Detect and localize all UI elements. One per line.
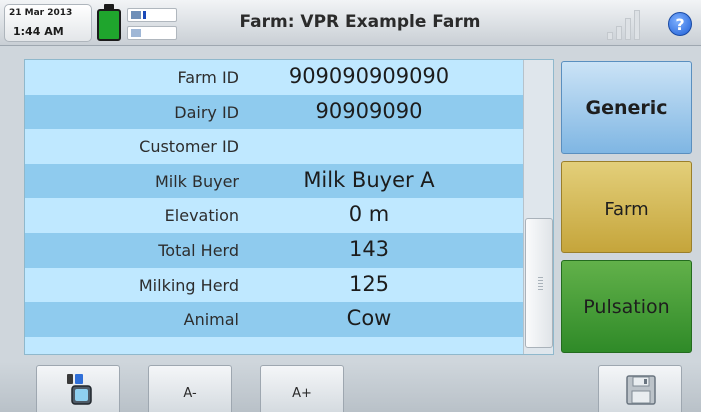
field-value: Milk Buyer A xyxy=(303,167,435,192)
scroll-grip-icon xyxy=(538,277,543,291)
help-icon[interactable]: ? xyxy=(668,12,692,36)
network-icon xyxy=(127,8,177,22)
scrollbar[interactable] xyxy=(523,60,553,354)
farm-button-label: Farm xyxy=(604,199,649,220)
field-row[interactable]: Dairy ID 90909090 xyxy=(25,94,523,130)
field-row[interactable]: Animal Cow xyxy=(25,302,523,337)
signal-strength-icon xyxy=(605,8,645,40)
screen: 21 Mar 2013 1:44 AM Farm: VPR Example Fa… xyxy=(0,0,701,412)
field-row[interactable]: Farm ID 909090909090 xyxy=(25,60,523,95)
save-icon xyxy=(626,375,656,405)
field-row[interactable]: Customer ID xyxy=(25,129,523,164)
font-decrease-button[interactable]: A- xyxy=(148,365,232,412)
font-increase-label: A+ xyxy=(292,386,312,401)
font-decrease-label: A- xyxy=(183,386,197,401)
font-increase-button[interactable]: A+ xyxy=(260,365,344,412)
field-value: 143 xyxy=(348,237,390,261)
field-label: Elevation xyxy=(164,206,239,226)
pulsation-button-label: Pulsation xyxy=(583,296,670,318)
time-label: 1:44 AM xyxy=(13,25,64,38)
field-label: Milk Buyer xyxy=(154,171,239,191)
scrollbar-thumb[interactable] xyxy=(525,218,553,348)
field-label: Animal xyxy=(183,310,239,330)
farm-button[interactable]: Farm xyxy=(561,161,692,253)
pulsation-button[interactable]: Pulsation xyxy=(561,260,692,353)
field-value: 125 xyxy=(348,271,390,296)
usb-drive-icon xyxy=(67,374,92,405)
header-bar: 21 Mar 2013 1:44 AM Farm: VPR Example Fa… xyxy=(0,0,701,46)
usb-drive-button[interactable] xyxy=(36,365,120,412)
field-row[interactable]: Total Herd 143 xyxy=(25,233,523,268)
battery-icon xyxy=(97,9,121,41)
field-label: Farm ID xyxy=(177,68,239,87)
field-value: 0 m xyxy=(348,202,390,227)
date-time-display[interactable]: 21 Mar 2013 1:44 AM xyxy=(4,4,92,42)
date-label: 21 Mar 2013 xyxy=(9,8,73,18)
usb-icon xyxy=(127,26,177,40)
field-value: 909090909090 xyxy=(288,64,450,88)
field-label: Dairy ID xyxy=(174,102,239,122)
field-row[interactable]: Elevation 0 m xyxy=(25,198,523,233)
save-button[interactable] xyxy=(598,365,682,412)
field-value: Cow xyxy=(346,306,392,331)
field-row[interactable]: Milking Herd 125 xyxy=(25,267,523,303)
field-row[interactable]: Milk Buyer Milk Buyer A xyxy=(25,163,523,199)
field-value: 90909090 xyxy=(315,98,423,123)
field-label: Total Herd xyxy=(158,241,239,260)
generic-button-label: Generic xyxy=(585,97,668,119)
field-label: Customer ID xyxy=(139,137,239,157)
page-title: Farm: VPR Example Farm xyxy=(239,12,481,32)
generic-button[interactable]: Generic xyxy=(561,61,692,154)
farm-info-panel: Farm ID 909090909090 Dairy ID 90909090 Custo… xyxy=(24,59,554,355)
field-label: Milking Herd xyxy=(138,275,239,295)
